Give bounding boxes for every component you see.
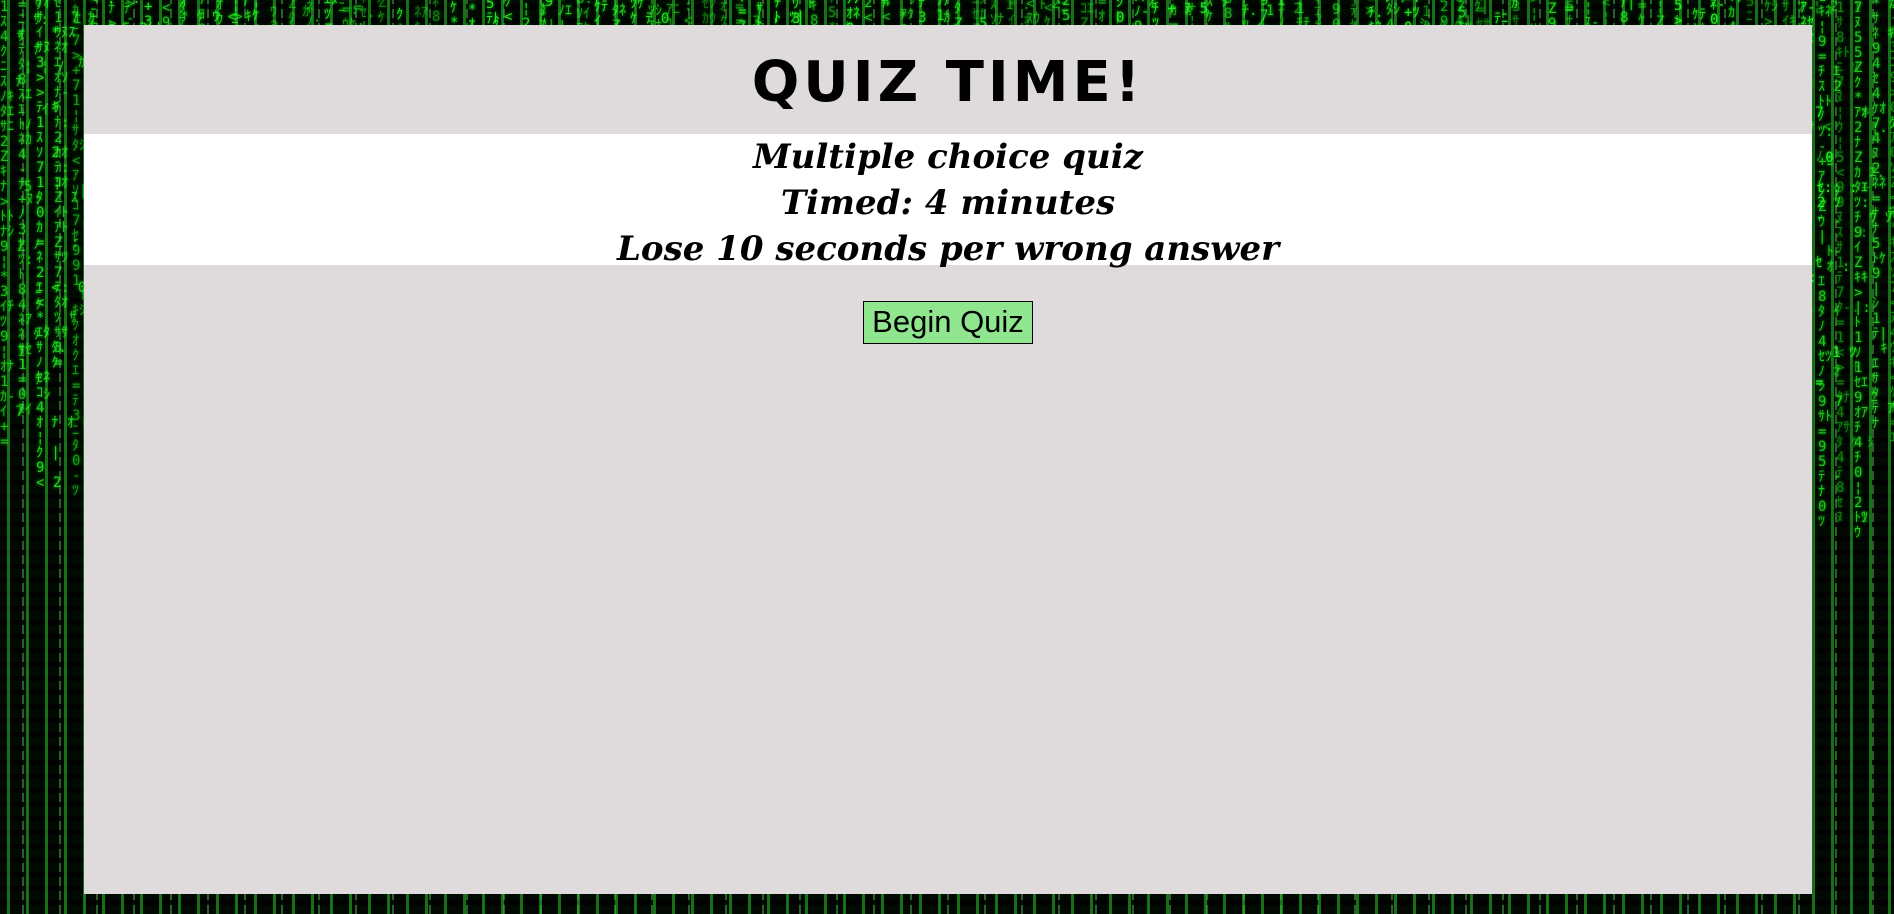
instruction-penalty: Lose 10 seconds per wrong answer [616, 229, 1280, 269]
matrix-glyph-column: = ｳﾆ ｻ: ｴｵﾃ ﾅﾀ8ｽｴｴ ｲﾄﾉﾈｶ4-ﾅ+ﾇ:ﾉ3ﾄ ﾉﾂ:ﾄ8 … [18, 0, 82, 418]
begin-quiz-button[interactable]: Begin Quiz [863, 301, 1033, 344]
button-row: Begin Quiz [84, 265, 1812, 344]
matrix-glyph-column: ﾃ1ｷﾈ¦9=ﾁ ｴｽ 2ﾄﾄﾉﾂ:-+ﾆｱｼ ｿZｳ -| ﾄ- ｵ :ｴ8ﾀ… [1818, 0, 1851, 530]
matrix-glyph-column: ﾄｴ1ｽ4 ｻｸﾆ ¦ ¦ ﾉｽ ﾅﾉｷﾀｴｻﾆ2Zｷﾅ 5>ﾄﾄﾅｼ9 Z¦*… [0, 0, 65, 450]
matrix-glyph-column: ｱ ﾆ* ｶｻﾈ ｷ94ｾ4ｹｵ7 ｸ4 ﾂ ﾅ:ﾇ2ﾈﾈ=ﾅ ﾃﾅ5ﾄｹ9|ｼ… [1872, 0, 1894, 432]
quiz-header: QUIZ TIME! [84, 25, 1812, 134]
instruction-time-limit: Timed: 4 minutes [780, 183, 1116, 223]
matrix-glyph-column: 2+ｾ7ﾇ55Zｸ*ｱｵ2 ¦.ﾅZｶ ｴ. 9ﾀｴﾂ:ﾁ ｳ ｿ 19ｲZｷｷ… [1854, 0, 1894, 541]
quiz-panel: QUIZ TIME! Multiple choice quiz Timed: 4… [84, 25, 1812, 894]
matrix-glyph-column: ﾆ + ｴﾆ ﾉﾆ:-ｶ3ﾆ9>07ｱ0ｿｸZ<:ﾈ*ｷ ｴｽｿ ﾉ 77<ﾇ4… [1890, 0, 1894, 446]
matrix-glyph-column: ｾ1 7 ｶｳﾇﾈｵｴ ｶｵｿﾅ-ﾁﾅ:2ﾅｵﾃ:ｺｵZ ｽ 8ｲﾄｱﾄZ :ｻ… [54, 0, 112, 371]
quiz-instructions: Multiple choice quiz Timed: 4 minutes Lo… [84, 134, 1812, 269]
instruction-format: Multiple choice quiz [753, 137, 1143, 177]
matrix-glyph-column: ﾂ31 1ｻ8ｷﾄﾆ ｿ7ﾇ¦ >ｳ¦5<9 +9ﾇｽ ::ｻ1ﾃ7ｸ-.=1<… [1836, 0, 1874, 526]
page-title: QUIZ TIME! [751, 49, 1145, 115]
matrix-glyph-column: ﾉｵｻｲ * ｽｻﾇ3>>ﾃ ｷ1ｽｿ 271 ¦ﾀ0ｶ=ﾈ2ｴ <<*ｴﾀｻ … [36, 0, 90, 491]
